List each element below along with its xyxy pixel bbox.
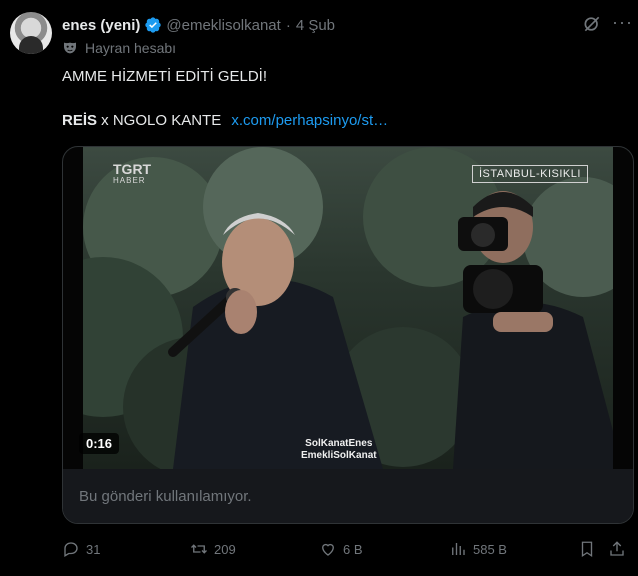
tweet-text-line2: REİS x NGOLO KANTE x.com/perhapsinyo/st…: [62, 112, 388, 129]
handle[interactable]: @emeklisolkanat: [166, 17, 280, 34]
repost-button[interactable]: 209: [190, 540, 236, 558]
share-icon: [610, 541, 624, 556]
channel-sub: HABER: [113, 176, 146, 185]
action-bar: 31 209 6 B 585 B: [62, 540, 632, 560]
left-letterbox: [63, 147, 83, 469]
right-letterbox: [613, 147, 633, 469]
views-count: 585 B: [473, 541, 507, 557]
tweet-link[interactable]: x.com/perhapsinyo/st…: [231, 112, 388, 129]
like-button[interactable]: 6 B: [319, 540, 363, 558]
location-badge: İSTANBUL-KISIKLI: [472, 165, 588, 183]
repost-icon: [191, 544, 207, 554]
grok-icon[interactable]: [582, 14, 602, 34]
reply-button[interactable]: 31: [62, 540, 100, 558]
like-count: 6 B: [343, 541, 363, 557]
views-button[interactable]: 585 B: [449, 540, 507, 558]
video-watermark: SolKanatEnes EmekliSolKanat: [301, 438, 377, 462]
share-button[interactable]: [608, 540, 632, 558]
video-frame: [63, 147, 633, 469]
watermark-line2: EmekliSolKanat: [301, 450, 377, 461]
reply-icon: [64, 542, 78, 557]
tweet-text-bold: REİS: [62, 112, 98, 129]
channel-logo: TGRT HABER: [113, 162, 151, 187]
tweet-text-rest: x NGOLO KANTE: [97, 112, 222, 129]
repost-count: 209: [214, 541, 236, 557]
reply-count: 31: [86, 541, 101, 557]
bookmark-icon: [581, 541, 593, 558]
fan-account-label: Hayran hesabı: [62, 40, 176, 56]
avatar[interactable]: [10, 12, 52, 54]
bookmark-button[interactable]: [578, 540, 602, 558]
verified-icon: [145, 17, 162, 33]
watermark-line1: SolKanatEnes: [305, 438, 373, 449]
tweet-text-line1: AMME HİZMETİ EDİTİ GELDİ!: [62, 68, 268, 85]
tweet-header: enes (yeni) @emeklisolkanat · 4 Şub: [62, 14, 335, 36]
display-name[interactable]: enes (yeni): [62, 17, 140, 34]
video-duration: 0:16: [79, 433, 120, 454]
fan-label-text: Hayran hesabı: [85, 40, 177, 56]
fan-mask-icon: [64, 42, 76, 54]
unavailable-notice: Bu gönderi kullanılamıyor.: [63, 469, 633, 523]
views-icon: [452, 543, 465, 555]
media-card[interactable]: TGRT HABER İSTANBUL-KISIKLI SolKanatEnes…: [62, 146, 634, 524]
like-icon: [322, 543, 334, 556]
video-player[interactable]: TGRT HABER İSTANBUL-KISIKLI SolKanatEnes…: [63, 147, 633, 469]
more-options-button[interactable]: ···: [612, 12, 633, 33]
tweet-date[interactable]: 4 Şub: [296, 17, 335, 34]
separator-dot: ·: [285, 16, 291, 34]
